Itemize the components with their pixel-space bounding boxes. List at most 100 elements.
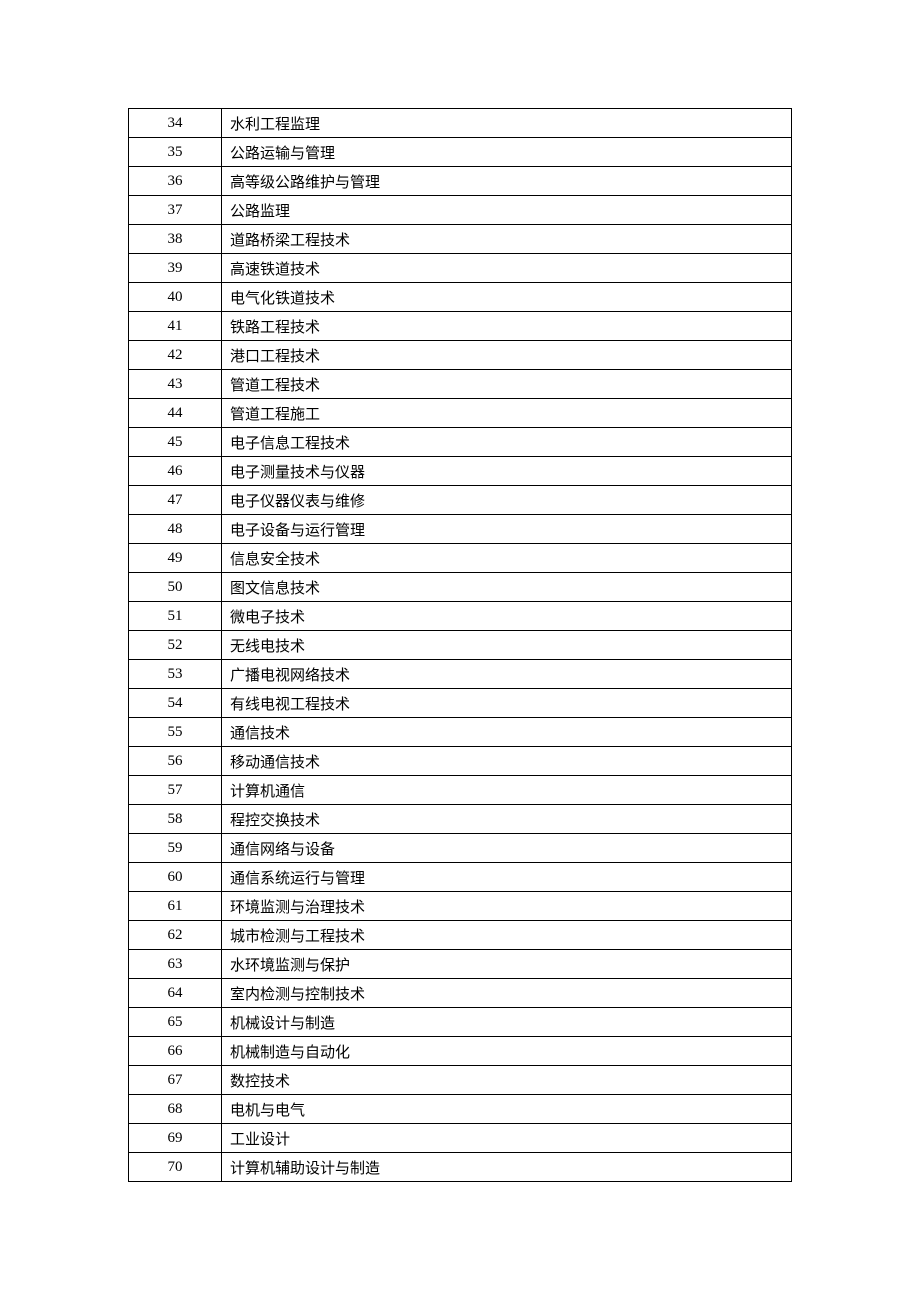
row-name: 无线电技术 [222, 631, 792, 660]
row-number: 70 [129, 1153, 222, 1182]
table-row: 59通信网络与设备 [129, 834, 792, 863]
row-name: 微电子技术 [222, 602, 792, 631]
row-name: 水环境监测与保护 [222, 950, 792, 979]
row-name: 公路监理 [222, 196, 792, 225]
row-number: 62 [129, 921, 222, 950]
row-number: 66 [129, 1037, 222, 1066]
table-row: 60通信系统运行与管理 [129, 863, 792, 892]
row-number: 55 [129, 718, 222, 747]
table-row: 43管道工程技术 [129, 370, 792, 399]
table-row: 67数控技术 [129, 1066, 792, 1095]
row-number: 36 [129, 167, 222, 196]
row-name: 铁路工程技术 [222, 312, 792, 341]
row-number: 47 [129, 486, 222, 515]
row-number: 57 [129, 776, 222, 805]
table-row: 56移动通信技术 [129, 747, 792, 776]
row-number: 34 [129, 109, 222, 138]
table-row: 69工业设计 [129, 1124, 792, 1153]
row-number: 45 [129, 428, 222, 457]
row-number: 51 [129, 602, 222, 631]
row-name: 机械制造与自动化 [222, 1037, 792, 1066]
table-row: 66机械制造与自动化 [129, 1037, 792, 1066]
table-row: 54有线电视工程技术 [129, 689, 792, 718]
table-row: 42港口工程技术 [129, 341, 792, 370]
row-name: 城市检测与工程技术 [222, 921, 792, 950]
table-row: 45电子信息工程技术 [129, 428, 792, 457]
row-name: 信息安全技术 [222, 544, 792, 573]
table-row: 44管道工程施工 [129, 399, 792, 428]
row-number: 48 [129, 515, 222, 544]
table-row: 47电子仪器仪表与维修 [129, 486, 792, 515]
row-name: 电子设备与运行管理 [222, 515, 792, 544]
table-row: 37公路监理 [129, 196, 792, 225]
row-number: 67 [129, 1066, 222, 1095]
row-name: 数控技术 [222, 1066, 792, 1095]
row-name: 广播电视网络技术 [222, 660, 792, 689]
row-name: 电子测量技术与仪器 [222, 457, 792, 486]
row-name: 程控交换技术 [222, 805, 792, 834]
table-row: 57计算机通信 [129, 776, 792, 805]
row-number: 63 [129, 950, 222, 979]
row-number: 46 [129, 457, 222, 486]
row-number: 60 [129, 863, 222, 892]
table-row: 40电气化铁道技术 [129, 283, 792, 312]
table-row: 62城市检测与工程技术 [129, 921, 792, 950]
row-number: 44 [129, 399, 222, 428]
row-name: 管道工程施工 [222, 399, 792, 428]
row-number: 38 [129, 225, 222, 254]
table-row: 63水环境监测与保护 [129, 950, 792, 979]
row-name: 工业设计 [222, 1124, 792, 1153]
table-row: 58程控交换技术 [129, 805, 792, 834]
table-row: 65机械设计与制造 [129, 1008, 792, 1037]
document-page: 34水利工程监理35公路运输与管理36高等级公路维护与管理37公路监理38道路桥… [0, 0, 920, 1302]
table-row: 35公路运输与管理 [129, 138, 792, 167]
table-row: 61环境监测与治理技术 [129, 892, 792, 921]
row-number: 68 [129, 1095, 222, 1124]
row-name: 通信网络与设备 [222, 834, 792, 863]
table-row: 50图文信息技术 [129, 573, 792, 602]
table-row: 41铁路工程技术 [129, 312, 792, 341]
row-number: 41 [129, 312, 222, 341]
row-number: 43 [129, 370, 222, 399]
row-number: 53 [129, 660, 222, 689]
table-row: 64室内检测与控制技术 [129, 979, 792, 1008]
row-number: 50 [129, 573, 222, 602]
row-name: 港口工程技术 [222, 341, 792, 370]
table-row: 38道路桥梁工程技术 [129, 225, 792, 254]
row-number: 39 [129, 254, 222, 283]
row-name: 高等级公路维护与管理 [222, 167, 792, 196]
row-number: 49 [129, 544, 222, 573]
row-name: 有线电视工程技术 [222, 689, 792, 718]
row-number: 59 [129, 834, 222, 863]
row-name: 公路运输与管理 [222, 138, 792, 167]
table-row: 53广播电视网络技术 [129, 660, 792, 689]
row-name: 环境监测与治理技术 [222, 892, 792, 921]
row-name: 计算机辅助设计与制造 [222, 1153, 792, 1182]
table-row: 36高等级公路维护与管理 [129, 167, 792, 196]
row-name: 电机与电气 [222, 1095, 792, 1124]
table-row: 52无线电技术 [129, 631, 792, 660]
row-number: 54 [129, 689, 222, 718]
row-number: 52 [129, 631, 222, 660]
majors-table: 34水利工程监理35公路运输与管理36高等级公路维护与管理37公路监理38道路桥… [128, 108, 792, 1182]
row-name: 图文信息技术 [222, 573, 792, 602]
row-number: 64 [129, 979, 222, 1008]
row-name: 管道工程技术 [222, 370, 792, 399]
table-row: 46电子测量技术与仪器 [129, 457, 792, 486]
row-name: 电气化铁道技术 [222, 283, 792, 312]
table-row: 34水利工程监理 [129, 109, 792, 138]
row-number: 42 [129, 341, 222, 370]
table-row: 49信息安全技术 [129, 544, 792, 573]
row-number: 35 [129, 138, 222, 167]
row-name: 道路桥梁工程技术 [222, 225, 792, 254]
row-name: 室内检测与控制技术 [222, 979, 792, 1008]
row-number: 37 [129, 196, 222, 225]
row-name: 水利工程监理 [222, 109, 792, 138]
table-row: 68电机与电气 [129, 1095, 792, 1124]
row-name: 计算机通信 [222, 776, 792, 805]
row-number: 69 [129, 1124, 222, 1153]
table-row: 55通信技术 [129, 718, 792, 747]
row-number: 61 [129, 892, 222, 921]
row-number: 56 [129, 747, 222, 776]
row-number: 40 [129, 283, 222, 312]
